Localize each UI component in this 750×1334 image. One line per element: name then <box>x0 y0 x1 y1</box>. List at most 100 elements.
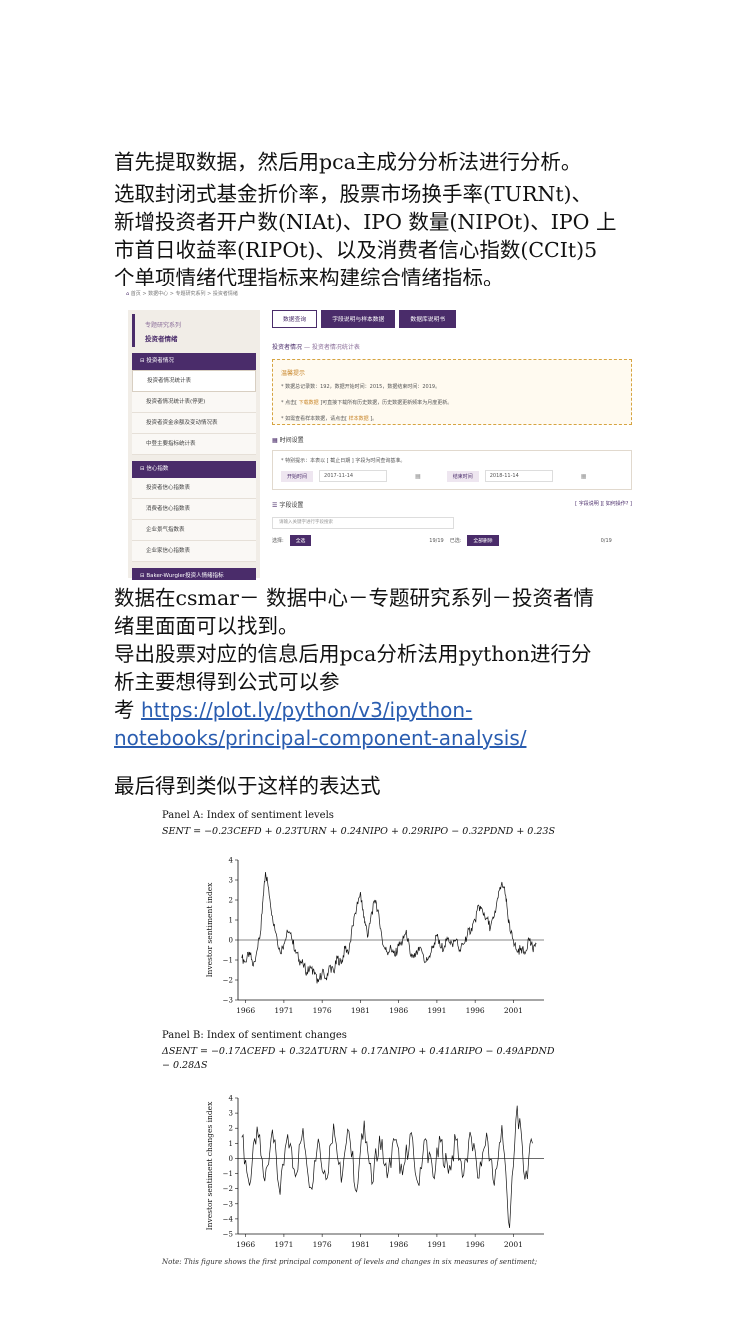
tab-bar: 数据查询 字段说明与样本数据 数据库说明书 <box>272 310 632 328</box>
notice-line-sample: * 如需查看样本数据，请点击[ 样本数据 ]。 <box>281 416 378 422</box>
tab-field-description[interactable]: 字段说明与样本数据 <box>321 310 396 328</box>
panel-b-y-tick-label: 3 <box>229 1110 233 1118</box>
panel-b-x-tick-label: 1976 <box>313 1240 332 1249</box>
date-range: 开始时间 2017-11-14 ▦ 结束时间 2018-11-14 ▦ <box>281 470 623 482</box>
panel-b-y-tick-label: −5 <box>223 1231 233 1239</box>
count-right: 0/19 <box>600 537 612 544</box>
plotly-link-part-1[interactable]: https://plot.ly/python/v3/ipython- <box>141 698 472 722</box>
table-title: 投资者情况 — 投资者情况统计表 <box>272 342 632 351</box>
plotly-link-part-2[interactable]: notebooks/principal-component-analysis/ <box>114 726 526 750</box>
panel-a-y-tick-label: 3 <box>229 877 233 885</box>
panel-b-y-tick-label: 1 <box>229 1140 233 1148</box>
panel-a-x-tick-label: 1991 <box>427 1006 446 1015</box>
field-help-links[interactable]: [ 字段说明 ][ 如何操作? ] <box>575 500 632 509</box>
time-hint: * 特别提示：本表以 [ 截止日期 ] 字段为时间查询基准。 <box>281 458 406 464</box>
panel-b-y-tick-label: −1 <box>223 1170 233 1178</box>
panel-a-x-tick-label: 1981 <box>351 1006 370 1015</box>
indicator-paragraph: 选取封闭式基金折价率，股票市场换手率(TURNt)、 新增投资者开户数(NIAt… <box>114 180 638 292</box>
panel-b-y-tick-label: −4 <box>223 1215 234 1223</box>
panel-a-y-tick-label: 0 <box>229 937 233 945</box>
notice-line-records: * 数据总记录数：192，数据开始时间：2015，数据结束时间：2019。 <box>281 384 441 390</box>
sample-data-link[interactable]: 样本数据 <box>347 416 370 422</box>
sidebar-group-confidence[interactable]: ⊟ 信心指数 <box>132 461 256 478</box>
panel-a-y-tick-label: 2 <box>229 897 233 905</box>
sidebar-group-baker-wurgler[interactable]: ⊟ Baker-Wurgler投资人情绪指标 <box>132 568 256 580</box>
panel-b-y-tick-label: 2 <box>229 1125 233 1133</box>
field-settings-header: ☰ 字段设置 [ 字段说明 ][ 如何操作? ] <box>272 500 632 509</box>
panel-a-y-tick-label: 1 <box>229 917 233 925</box>
remove-all-button[interactable]: 全部删除 <box>467 535 499 546</box>
source-line-4: 析主要想得到公式可以参 <box>114 670 340 694</box>
list-icon: ☰ <box>272 502 278 509</box>
sidebar-item-investor-stats-old[interactable]: 投资者情况统计表(停更) <box>132 392 256 413</box>
field-select-bar: 选择: 全选 19/19 已选: 全部删除 0/19 <box>272 535 632 546</box>
source-line-5: 考 https://plot.ly/python/v3/ipython- <box>114 698 473 722</box>
panel-b-title: Panel B: Index of sentiment changes <box>162 1030 347 1041</box>
panel-b-x-tick-label: 1991 <box>427 1240 446 1249</box>
panel-a-x-tick-label: 2001 <box>504 1006 523 1015</box>
notice-line-download: * 点击[ 下载数据 ]可直接下载所有历史数据，历史数据更新频率为月度更新。 <box>281 400 453 406</box>
panel-b-x-tick-label: 1996 <box>466 1240 485 1249</box>
sidebar-series: 专题研究系列 <box>145 322 182 329</box>
panel-a-series-line <box>241 871 537 984</box>
count-left: 19/19 <box>429 537 444 544</box>
panel-a-y-tick-label: −1 <box>223 957 233 965</box>
sidebar-header: 专题研究系列 投资者情绪 <box>132 314 260 347</box>
panel-a-y-tick-label: −2 <box>223 977 233 985</box>
tab-data-query[interactable]: 数据查询 <box>272 310 318 328</box>
sidebar-item-business-climate[interactable]: 企业景气指数表 <box>132 520 256 541</box>
sidebar-item-consumer-confidence[interactable]: 消费者信心指数表 <box>132 499 256 520</box>
indicator-line-2: 新增投资者开户数(NIAt)、IPO 数量(NIPOt)、IPO 上 <box>114 210 617 234</box>
end-calendar-icon[interactable]: ▦ <box>581 473 587 480</box>
sidebar-item-entrepreneur-confidence[interactable]: 企业家信心指数表 <box>132 541 256 562</box>
panel-b-x-tick-label: 1986 <box>389 1240 408 1249</box>
panel-a-chart: −3 −2 −1 0 1 2 3 4 1966 1971 1976 1981 1986 1991 1996 2… <box>205 857 544 1015</box>
title-separator: — <box>303 344 312 351</box>
panel-a-x-tick-label: 1976 <box>313 1006 332 1015</box>
time-settings-title: ▦ 时间设置 <box>272 437 304 444</box>
breadcrumb: ⌂ 首页 > 数据中心 > 专题研究系列 > 投资者情绪 <box>126 290 238 297</box>
source-line-1: 数据在csmar－ 数据中心－专题研究系列－投资者情 <box>114 586 594 610</box>
source-line-2: 绪里面面可以找到。 <box>114 614 299 638</box>
panel-b-series-line <box>241 1105 533 1229</box>
field-search-input[interactable]: 请输入关键字进行字段搜索 <box>272 517 454 529</box>
panel-a-title: Panel A: Index of sentiment levels <box>162 810 334 821</box>
panel-a-x-tick-label: 1986 <box>389 1006 408 1015</box>
panel-a-y-axis-label: Investor sentiment index <box>205 882 214 978</box>
sentiment-figure: Panel A: Index of sentiment levels SENT … <box>114 808 638 1266</box>
panel-a-x-tick-label: 1996 <box>466 1006 485 1015</box>
end-date-label: 结束时间 <box>446 470 479 482</box>
sidebar-item-investor-confidence[interactable]: 投资者信心指数表 <box>132 478 256 499</box>
notice-box: 温馨提示 * 数据总记录数：192，数据开始时间：2015，数据结束时间：201… <box>272 359 632 425</box>
field-settings-title: ☰ 字段设置 <box>272 502 304 509</box>
panel-b-y-axis-label: Investor sentiment changes index <box>205 1101 214 1230</box>
end-date-input[interactable]: 2018-11-14 <box>484 470 553 482</box>
source-paragraph: 数据在csmar－ 数据中心－专题研究系列－投资者情 绪里面面可以找到。 导出股… <box>114 584 638 752</box>
panel-a-y-tick-label: −3 <box>223 997 233 1005</box>
panel-a-x-tick-label: 1971 <box>274 1006 293 1015</box>
sidebar-item-investor-stats[interactable]: 投资者情况统计表 <box>132 370 256 392</box>
source-line-3: 导出股票对应的信息后用pca分析法用python进行分 <box>114 642 592 666</box>
result-text: 最后得到类似于这样的表达式 <box>114 774 381 798</box>
panel-b-x-tick-label: 2001 <box>504 1240 523 1249</box>
table-name: 投资者情况统计表 <box>311 344 360 351</box>
download-data-link[interactable]: 下载数据 <box>297 400 320 406</box>
start-date-input[interactable]: 2017-11-14 <box>319 470 388 482</box>
panel-b-y-tick-label: 0 <box>229 1155 233 1163</box>
panel-b-y-tick-label: −3 <box>223 1200 233 1208</box>
selected-label: 已选: <box>449 538 462 544</box>
time-settings-box: * 特别提示：本表以 [ 截止日期 ] 字段为时间查询基准。 开始时间 2017… <box>272 450 632 490</box>
csmar-screenshot: ⌂ 首页 > 数据中心 > 专题研究系列 > 投资者情绪 专题研究系列 投资者情… <box>114 286 638 580</box>
sidebar-item-csdc[interactable]: 中登主要指标统计表 <box>132 434 256 455</box>
main-panel: 数据查询 字段说明与样本数据 数据库说明书 投资者情况 — 投资者情况统计表 温… <box>272 310 632 580</box>
source-line-6: notebooks/principal-component-analysis/ <box>114 724 638 752</box>
sidebar-item-funds[interactable]: 投资者资金余额及变动情况表 <box>132 413 256 434</box>
tab-database-manual[interactable]: 数据库说明书 <box>399 310 457 328</box>
start-calendar-icon[interactable]: ▦ <box>415 473 421 480</box>
panel-a-x-tick-label: 1966 <box>236 1006 255 1015</box>
select-all-button[interactable]: 全选 <box>289 535 312 546</box>
panel-b-x-tick-label: 1966 <box>236 1240 255 1249</box>
sidebar-group-investor[interactable]: ⊟ 投资者情况 <box>132 353 256 370</box>
panel-b-equation-cont: − 0.28ΔS <box>162 1060 208 1071</box>
panel-b-equation: ΔSENT = −0.17ΔCEFD + 0.32ΔTURN + 0.17ΔNI… <box>162 1046 555 1057</box>
